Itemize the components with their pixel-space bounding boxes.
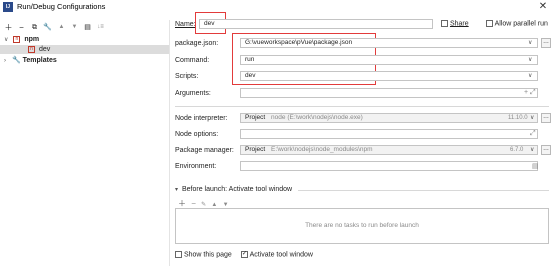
app-icon: IJ	[3, 2, 13, 12]
name-input[interactable]: dev	[199, 19, 433, 29]
sort-icon[interactable]: ↓≡	[96, 23, 105, 32]
package-manager-label: Package manager:	[175, 147, 234, 154]
wrench-icon: 🔧	[11, 57, 21, 64]
separator	[298, 190, 549, 191]
arguments-label: Arguments:	[175, 90, 211, 97]
tree-item-label: dev	[38, 46, 51, 53]
tree-item-label: npm	[24, 36, 40, 43]
add-icon[interactable]: ＋	[4, 23, 13, 32]
node-options-label: Node options:	[175, 131, 219, 138]
package-manager-select[interactable]: Project E:\work\nodejs\node_modules\npm	[240, 145, 538, 155]
expand-icon[interactable]: ⤢	[530, 130, 536, 138]
tree-item-label: Templates	[22, 57, 57, 64]
remove-icon[interactable]: −	[191, 199, 196, 208]
package-json-select[interactable]: G:\vueworkspace\pVue\package.json	[240, 38, 538, 48]
chevron-down-icon[interactable]: ∨	[4, 37, 8, 43]
browse-button[interactable]: …	[541, 113, 551, 123]
environment-input[interactable]	[240, 161, 538, 171]
browse-button[interactable]: …	[541, 145, 551, 155]
chevron-down-icon[interactable]: ∨	[528, 72, 532, 79]
activate-tool-checkbox[interactable]: ✓ Activate tool window	[241, 251, 313, 258]
empty-tasks-text: There are no tasks to run before launch	[305, 222, 419, 229]
chevron-down-icon[interactable]: ∨	[528, 39, 532, 46]
share-checkbox[interactable]: Share	[441, 20, 469, 27]
browse-button[interactable]: …	[541, 38, 551, 48]
checkmark-icon[interactable]: ✓	[241, 251, 248, 258]
node-version: 11.10.0	[508, 115, 528, 121]
chevron-down-icon[interactable]: ∨	[530, 114, 534, 121]
expand-icon[interactable]: + ⤢	[524, 89, 536, 97]
npm-icon: n	[13, 35, 21, 43]
package-json-label: package.json:	[175, 40, 219, 47]
chevron-down-icon[interactable]: ∨	[530, 146, 534, 153]
wrench-icon[interactable]: 🔧	[43, 23, 52, 32]
npm-icon: n	[28, 45, 35, 53]
checkbox-icon[interactable]	[175, 251, 182, 258]
chevron-down-icon[interactable]: ▾	[175, 187, 178, 193]
scripts-select[interactable]: dev	[240, 71, 538, 81]
scripts-label: Scripts:	[175, 73, 199, 80]
title-bar: IJ Run/Debug Configurations ✕	[0, 0, 554, 14]
edit-env-icon[interactable]: ▤	[532, 162, 539, 170]
name-label: Name:	[175, 21, 196, 28]
remove-icon[interactable]: −	[17, 23, 26, 32]
move-down-icon[interactable]: ▼	[70, 23, 79, 32]
command-label: Command:	[175, 57, 210, 64]
folder-icon[interactable]: ▤	[83, 23, 92, 32]
node-interpreter-label: Node interpreter:	[175, 115, 228, 122]
tree-item-npm[interactable]: ∨ n npm	[4, 35, 164, 44]
node-options-input[interactable]	[240, 129, 538, 139]
close-icon[interactable]: ✕	[537, 1, 549, 13]
allow-parallel-checkbox[interactable]: Allow parallel run	[486, 20, 548, 27]
separator	[175, 106, 549, 107]
checkbox-icon[interactable]	[441, 20, 448, 27]
move-up-icon[interactable]: ▲	[57, 23, 66, 32]
tree-item-templates[interactable]: › 🔧 Templates	[4, 56, 164, 65]
checkbox-icon[interactable]	[486, 20, 493, 27]
before-launch-task-list[interactable]: There are no tasks to run before launch	[175, 208, 549, 244]
copy-icon[interactable]: ⧉	[30, 23, 39, 32]
window-title: Run/Debug Configurations	[17, 2, 106, 11]
node-interpreter-select[interactable]: Project node (E:\work\nodejs\node.exe)	[240, 113, 538, 123]
chevron-down-icon[interactable]: ∨	[528, 56, 532, 63]
chevron-right-icon[interactable]: ›	[4, 58, 6, 64]
arguments-input[interactable]	[240, 88, 538, 98]
add-icon[interactable]: ＋	[178, 199, 186, 208]
npm-version: 6.7.0	[510, 147, 524, 153]
environment-label: Environment:	[175, 163, 217, 170]
command-select[interactable]: run	[240, 55, 538, 65]
before-launch-header[interactable]: ▾ Before launch: Activate tool window	[175, 186, 292, 193]
tree-item-dev[interactable]: n dev	[0, 45, 169, 54]
show-page-checkbox[interactable]: Show this page	[175, 251, 232, 258]
